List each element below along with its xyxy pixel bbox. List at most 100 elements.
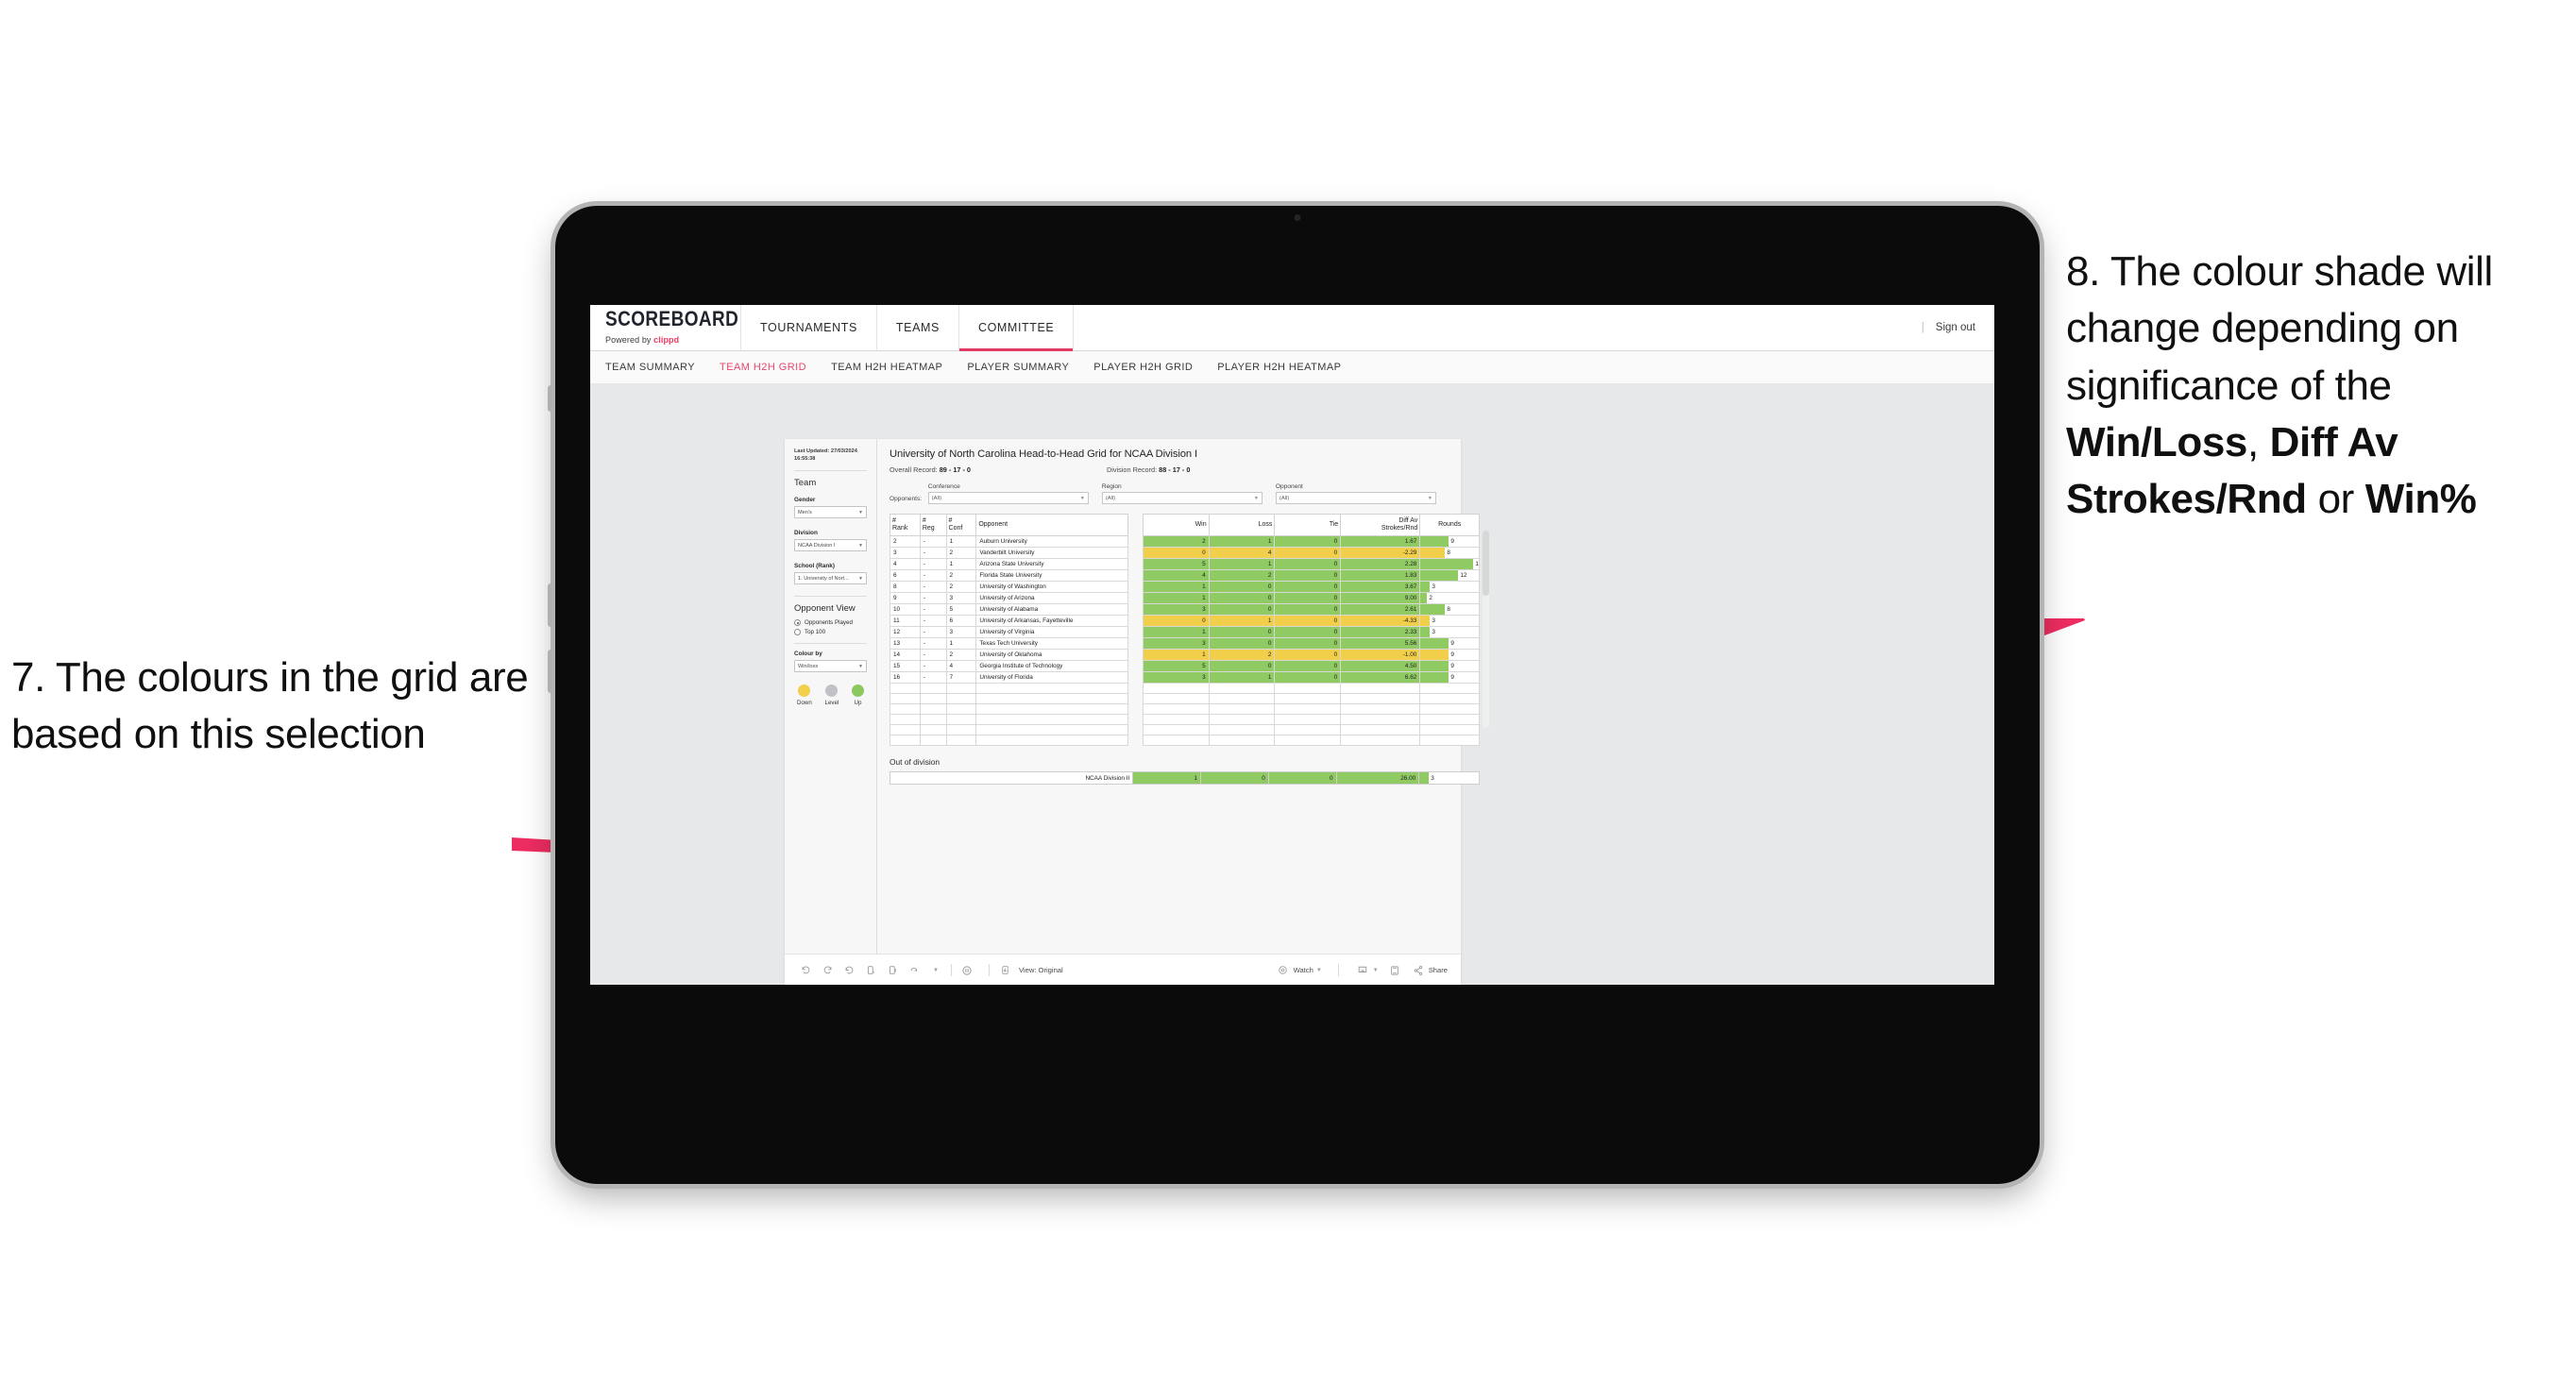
chevron-down-icon: ▼ xyxy=(1253,495,1259,501)
table-row[interactable]: 12-3 University of Virginia 1 0 0 2.33 3 xyxy=(890,626,1480,639)
cell-win: 1 xyxy=(1142,581,1210,594)
topnav-item-tournaments[interactable]: TOURNAMENTS xyxy=(741,305,877,350)
table-row[interactable]: 8-2 University of Washington 1 0 0 3.67 3 xyxy=(890,581,1480,594)
sign-out-area[interactable]: | Sign out xyxy=(1922,305,1994,350)
fullscreen-icon[interactable] xyxy=(1387,963,1402,978)
rounds-bar-cell: 3 xyxy=(1419,772,1479,785)
toolbar-dropdown-caret-icon[interactable]: ▼ xyxy=(928,963,943,978)
table-row[interactable]: 14-2 University of Oklahoma 1 2 0 -1.00 9 xyxy=(890,649,1480,662)
opponent-value: (All) xyxy=(1279,495,1290,501)
device-button-volume-down[interactable] xyxy=(548,583,552,627)
cell-rounds: 9 xyxy=(1419,637,1480,651)
rounds-value: 9 xyxy=(1450,640,1454,648)
view-original-icon[interactable] xyxy=(997,963,1012,978)
divider xyxy=(951,964,952,976)
table-row[interactable]: 16-7 University of Florida 3 1 0 6.62 9 xyxy=(890,671,1480,685)
cell-empty xyxy=(1208,683,1276,695)
table-row[interactable]: 11-6 University of Arkansas, Fayetteville… xyxy=(890,615,1480,628)
revert-icon[interactable] xyxy=(841,963,856,978)
school-rank-select[interactable]: 1. University of Nort... ▼ xyxy=(794,572,867,585)
opponents-label: Opponents: xyxy=(890,496,923,502)
cell-diff-av-strokes: -2.29 xyxy=(1340,547,1421,560)
subnav-item-player-h2h-heatmap[interactable]: PLAYER H2H HEATMAP xyxy=(1217,362,1341,373)
rounds-bar-cell: 3 xyxy=(1420,616,1479,626)
cell-tie: 0 xyxy=(1274,535,1342,549)
chevron-down-icon: ▼ xyxy=(858,542,863,549)
division-value: NCAA Division I xyxy=(798,542,836,549)
opponent-filters-row: Opponents: Conference (All) ▼ Region (Al xyxy=(890,483,1449,504)
cell-reg: - xyxy=(919,671,947,685)
refresh-data-icon[interactable] xyxy=(863,963,878,978)
tableau-dashboard: Last Updated: 27/03/2024 16:55:38 Team G… xyxy=(785,439,1489,985)
subnav-item-player-summary[interactable]: PLAYER SUMMARY xyxy=(967,362,1069,373)
th-reg: # Reg xyxy=(919,513,947,537)
table-row[interactable]: 6-2 Florida State University 4 2 0 1.83 12 xyxy=(890,569,1480,583)
watch-button[interactable]: Watch ▼ xyxy=(1276,963,1322,978)
gender-select[interactable]: Men's ▼ xyxy=(794,506,867,519)
table-row[interactable]: 3-2 Vanderbilt University 0 4 0 -2.29 8 xyxy=(890,547,1480,560)
rounds-value: 3 xyxy=(1431,774,1434,782)
undo-arrow-icon[interactable] xyxy=(907,963,922,978)
opponent-select[interactable]: (All) ▼ xyxy=(1275,492,1436,504)
rounds-value: 9 xyxy=(1450,651,1454,659)
cell-empty xyxy=(975,703,1129,716)
gender-label: Gender xyxy=(794,497,816,504)
opponent-label: Opponent xyxy=(1275,483,1303,490)
cell-empty xyxy=(890,683,921,695)
table-scrollbar[interactable] xyxy=(1483,531,1489,728)
conference-select[interactable]: (All) ▼ xyxy=(927,492,1089,504)
colour-by-select[interactable]: Win/loss ▼ xyxy=(794,660,867,673)
table-row[interactable]: 13-1 Texas Tech University 3 0 0 5.56 9 xyxy=(890,637,1480,651)
cell-rank: 16 xyxy=(890,671,921,685)
region-value: (All) xyxy=(1105,495,1116,501)
table-row[interactable]: 15-4 Georgia Institute of Technology 5 0 0 4.… xyxy=(890,660,1480,673)
table-row[interactable]: 2-1 Auburn University 2 1 0 1.67 9 xyxy=(890,535,1480,549)
table-row[interactable]: 9-3 University of Arizona 1 0 0 9.00 2 xyxy=(890,592,1480,605)
sign-out-button[interactable]: Sign out xyxy=(1936,322,1975,333)
cell-gap xyxy=(1127,637,1144,650)
division-record-value: 88 - 17 - 0 xyxy=(1159,465,1191,474)
cell-empty xyxy=(890,724,921,736)
table-row-empty xyxy=(890,724,1480,736)
legend-label-level: Level xyxy=(824,700,839,707)
region-select[interactable]: (All) ▼ xyxy=(1101,492,1263,504)
cell-loss: 0 xyxy=(1208,581,1276,594)
brand-tagline-clippd: clippd xyxy=(653,335,680,345)
annotation-right-part1: 8. The colour shade will change dependin… xyxy=(2066,248,2493,409)
undo-icon[interactable] xyxy=(798,963,813,978)
brand-tagline-prefix: Powered by xyxy=(605,335,654,345)
subnav-item-team-h2h-heatmap[interactable]: TEAM H2H HEATMAP xyxy=(831,362,942,373)
cell-tie: 0 xyxy=(1274,615,1342,628)
cell-reg: - xyxy=(919,649,947,662)
cell-gap xyxy=(1127,671,1144,684)
topnav-item-committee[interactable]: COMMITTEE xyxy=(958,305,1075,351)
cell-win: 3 xyxy=(1142,637,1210,651)
table-row[interactable]: 10-5 University of Alabama 3 0 0 2.61 8 xyxy=(890,603,1480,617)
rounds-bar xyxy=(1420,559,1474,569)
cell-empty xyxy=(1142,714,1210,726)
rounds-value: 8 xyxy=(1447,606,1450,614)
cell-empty xyxy=(945,714,977,726)
radio-top-100[interactable]: Top 100 xyxy=(794,629,867,636)
cell-rounds: 9 xyxy=(1419,660,1480,673)
radio-opponents-played[interactable]: Opponents Played xyxy=(794,619,867,627)
share-button[interactable]: Share xyxy=(1411,963,1448,978)
division-record: Division Record: 88 - 17 - 0 xyxy=(1107,465,1190,474)
pause-updates-icon[interactable] xyxy=(885,963,900,978)
device-button-volume-up[interactable] xyxy=(548,385,552,412)
division-select[interactable]: NCAA Division I ▼ xyxy=(794,539,867,552)
device-button-power[interactable] xyxy=(548,650,552,693)
download-button[interactable]: ▼ xyxy=(1355,963,1379,978)
rounds-bar-cell: 12 xyxy=(1420,570,1479,581)
brand-logo[interactable]: SCOREBOARD Powered by clippd xyxy=(590,305,741,350)
cell-rounds: 9 xyxy=(1419,649,1480,662)
pause-icon[interactable] xyxy=(959,963,974,978)
subnav-item-player-h2h-grid[interactable]: PLAYER H2H GRID xyxy=(1093,362,1193,373)
view-original-button[interactable]: View: Original xyxy=(1019,966,1063,974)
table-row[interactable]: 4-1Arizona State University5102.2817 xyxy=(890,558,1480,571)
subnav-item-team-summary[interactable]: TEAM SUMMARY xyxy=(605,362,695,373)
subnav-item-team-h2h-grid[interactable]: TEAM H2H GRID xyxy=(720,362,806,373)
redo-icon[interactable] xyxy=(820,963,835,978)
topnav-item-teams[interactable]: TEAMS xyxy=(877,305,959,350)
scrollbar-thumb[interactable] xyxy=(1483,531,1489,596)
